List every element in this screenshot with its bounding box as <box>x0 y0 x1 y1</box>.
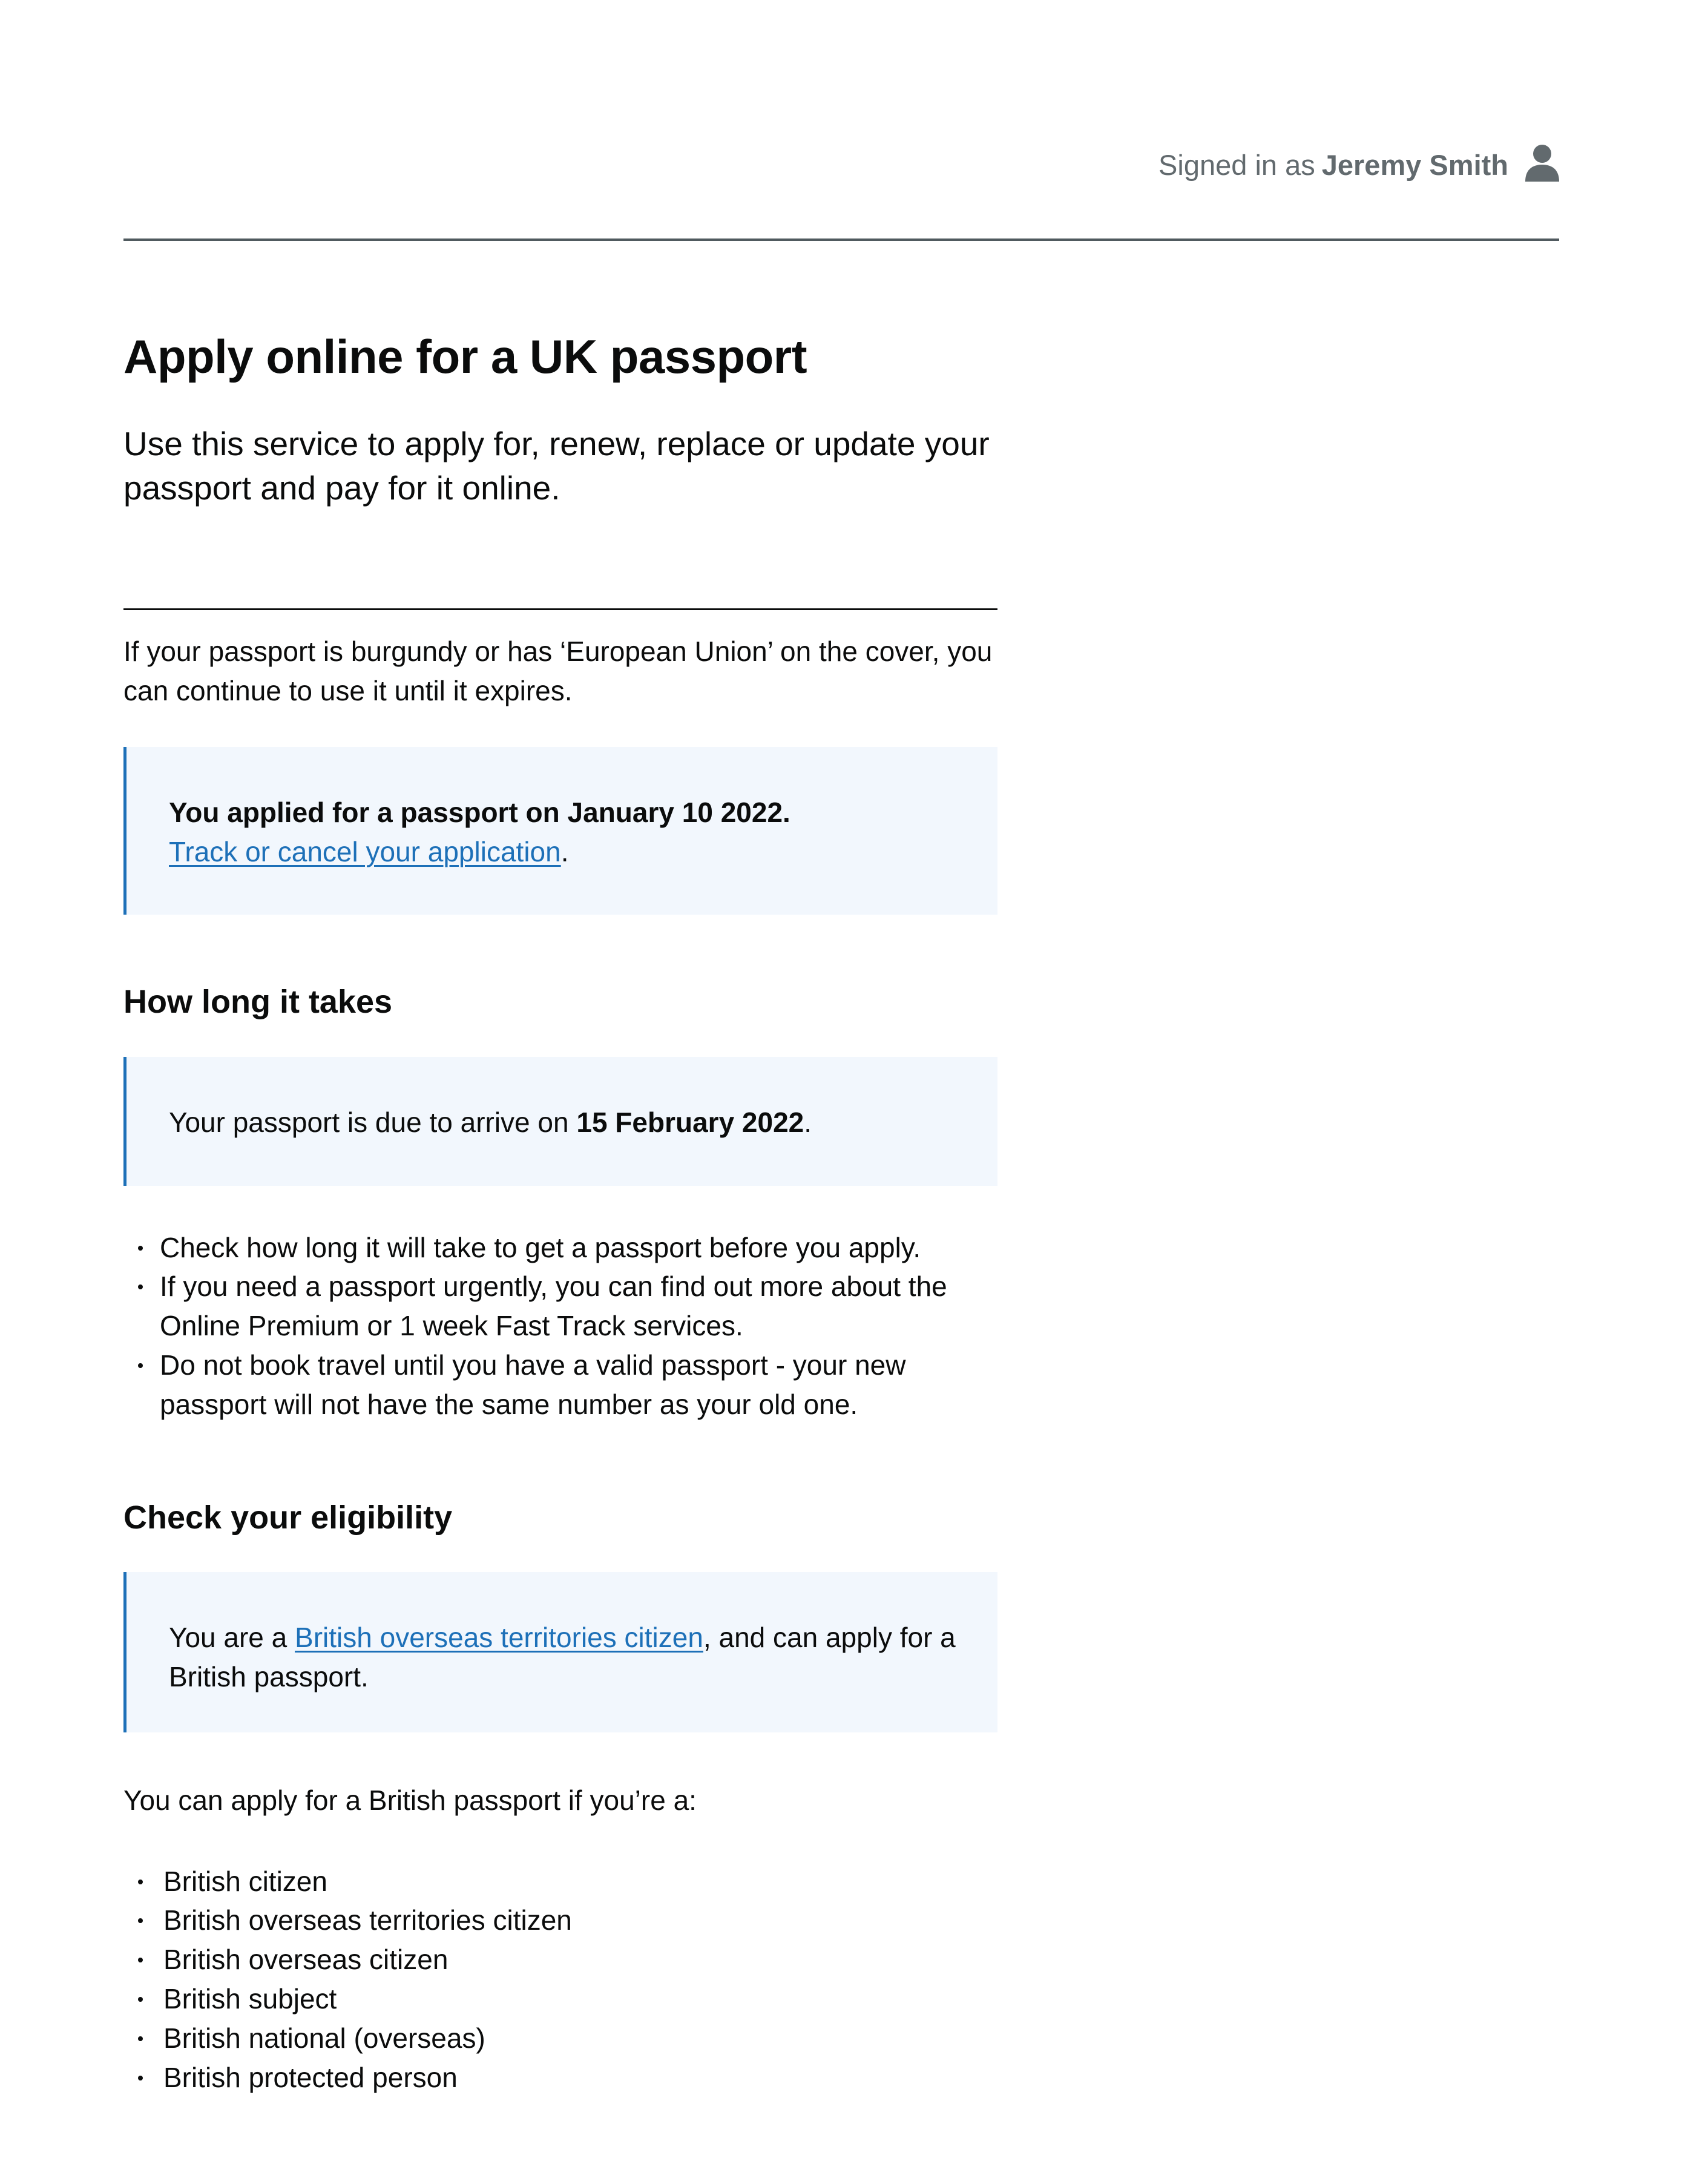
list-item: If you need a passport urgently, you can… <box>123 1267 997 1346</box>
eligibility-heading: Check your eligibility <box>123 1499 453 1536</box>
user-name: Jeremy Smith <box>1321 148 1508 181</box>
arrival-text: Your passport is due to arrive on <box>169 1106 577 1138</box>
application-notice: You applied for a passport on January 10… <box>123 746 997 915</box>
eligibility-notice: You are a British overseas territories c… <box>123 1571 997 1732</box>
track-cancel-application-link[interactable]: Track or cancel your application <box>169 836 561 867</box>
main-content: Apply online for a UK passport Use this … <box>123 330 997 2097</box>
eligibility-list: British citizen British overseas territo… <box>123 1862 997 2097</box>
arrival-date: 15 February 2022 <box>576 1106 804 1138</box>
list-item: British overseas citizen <box>123 1940 997 1979</box>
page-title: Apply online for a UK passport <box>123 330 807 383</box>
how-long-heading: How long it takes <box>123 983 393 1020</box>
application-notice-link-line: Track or cancel your application. <box>169 835 569 867</box>
signed-in-label: Signed in as <box>1158 148 1315 181</box>
list-item: British citizen <box>123 1862 997 1901</box>
page: Signed in as Jeremy Smith Apply online f… <box>123 0 1559 2097</box>
list-item: Check how long it will take to get a pas… <box>123 1228 997 1268</box>
eligibility-intro: You can apply for a British passport if … <box>123 1784 697 1816</box>
section-divider <box>123 608 997 611</box>
list-item: British subject <box>123 1979 997 2019</box>
arrival-notice: Your passport is due to arrive on 15 Feb… <box>123 1056 997 1186</box>
list-item: Do not book travel until you have a vali… <box>123 1346 997 1424</box>
british-overseas-territories-citizen-link[interactable]: British overseas territories citizen <box>295 1622 703 1653</box>
application-notice-text: You applied for a passport on January 10… <box>169 796 790 828</box>
how-long-list: Check how long it will take to get a pas… <box>123 1228 997 1424</box>
person-icon[interactable] <box>1525 144 1559 182</box>
lead-paragraph: Use this service to apply for, renew, re… <box>123 424 990 507</box>
list-item: British protected person <box>123 2058 997 2097</box>
list-item: British overseas territories citizen <box>123 1901 997 1940</box>
signed-in-status: Signed in as Jeremy Smith <box>1158 145 1559 182</box>
list-item: British national (overseas) <box>123 2019 997 2058</box>
eu-passport-note: If your passport is burgundy or has ‘Eur… <box>123 636 993 706</box>
header: Signed in as Jeremy Smith <box>123 0 1559 241</box>
